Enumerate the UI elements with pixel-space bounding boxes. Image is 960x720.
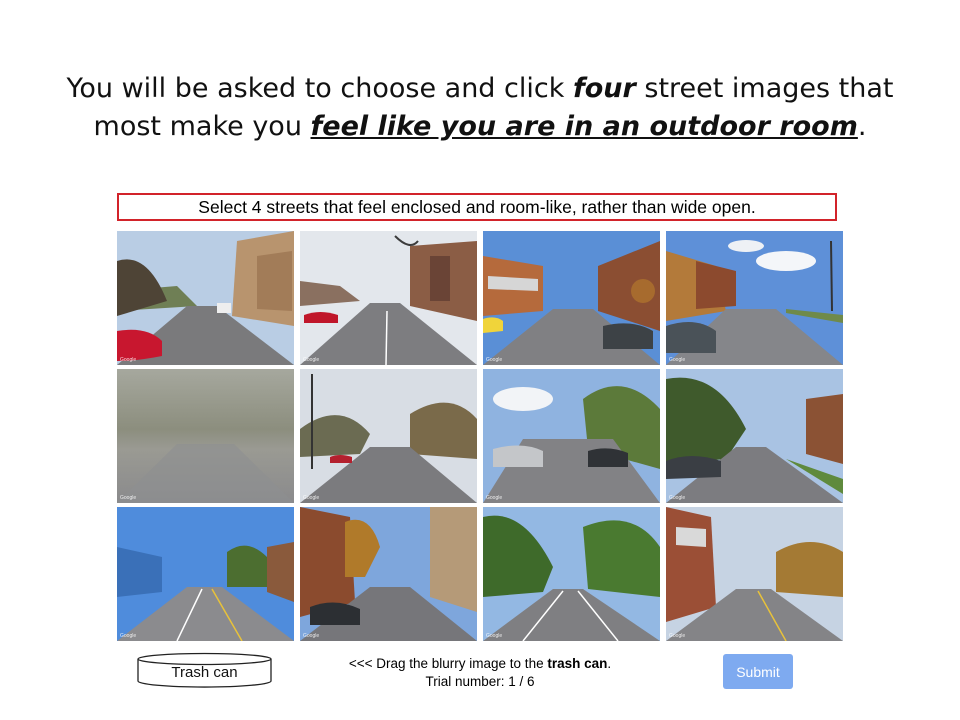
street-image-tile[interactable]: Google bbox=[483, 369, 660, 503]
instruction-text: Select 4 streets that feel enclosed and … bbox=[198, 196, 756, 217]
street-image bbox=[483, 507, 660, 641]
heading-text: You will be asked to choose and click bbox=[66, 73, 573, 104]
street-image-tile[interactable]: Google bbox=[300, 231, 477, 365]
heading-emphasis-four: four bbox=[572, 73, 636, 104]
heading-line-2: most make you feel like you are in an ou… bbox=[0, 108, 960, 146]
street-image-tile[interactable]: Google bbox=[666, 507, 843, 641]
street-image bbox=[117, 507, 294, 641]
heading-line-1: You will be asked to choose and click fo… bbox=[0, 70, 960, 108]
drag-text: . bbox=[607, 656, 612, 671]
street-image-tile[interactable]: Google bbox=[483, 231, 660, 365]
street-image-tile[interactable]: Google bbox=[117, 231, 294, 365]
drag-text-bold: trash can bbox=[547, 656, 608, 671]
google-watermark: Google bbox=[669, 495, 686, 501]
street-image bbox=[300, 507, 477, 641]
google-watermark: Google bbox=[486, 633, 503, 639]
street-image bbox=[300, 369, 477, 503]
google-watermark: Google bbox=[303, 357, 320, 363]
trial-number: Trial number: 1 / 6 bbox=[425, 674, 535, 689]
google-watermark: Google bbox=[669, 357, 686, 363]
blurry-image-tile[interactable]: Google bbox=[117, 369, 294, 503]
street-image bbox=[666, 369, 843, 503]
instruction-box: Select 4 streets that feel enclosed and … bbox=[117, 193, 837, 221]
street-image bbox=[483, 231, 660, 365]
street-image bbox=[666, 231, 843, 365]
google-watermark: Google bbox=[303, 633, 320, 639]
street-image bbox=[117, 231, 294, 365]
submit-button[interactable]: Submit bbox=[723, 654, 793, 689]
street-image bbox=[483, 369, 660, 503]
google-watermark: Google bbox=[669, 633, 686, 639]
google-watermark: Google bbox=[120, 357, 137, 363]
heading-text: street images that bbox=[635, 73, 894, 104]
street-image-tile[interactable]: Google bbox=[300, 369, 477, 503]
street-image-tile[interactable]: Google bbox=[483, 507, 660, 641]
street-image-tile[interactable]: Google bbox=[666, 369, 843, 503]
page-heading: You will be asked to choose and click fo… bbox=[0, 70, 960, 146]
blurry-image bbox=[117, 369, 294, 503]
street-image-tile[interactable]: Google bbox=[300, 507, 477, 641]
street-image-tile[interactable]: Google bbox=[666, 231, 843, 365]
footer-instructions: <<< Drag the blurry image to the trash c… bbox=[290, 655, 670, 691]
google-watermark: Google bbox=[120, 633, 137, 639]
trash-can-label: Trash can bbox=[171, 664, 238, 681]
street-image bbox=[300, 231, 477, 365]
google-watermark: Google bbox=[120, 495, 137, 501]
google-watermark: Google bbox=[303, 495, 320, 501]
google-watermark: Google bbox=[486, 495, 503, 501]
street-image bbox=[666, 507, 843, 641]
drag-instruction: <<< Drag the blurry image to the trash c… bbox=[290, 655, 670, 673]
street-image-tile[interactable]: Google bbox=[117, 507, 294, 641]
google-watermark: Google bbox=[486, 357, 503, 363]
heading-emphasis-outdoor-room: feel like you are in an outdoor room bbox=[310, 111, 858, 142]
heading-text: . bbox=[857, 111, 867, 142]
heading-text: most make you bbox=[93, 111, 311, 142]
drag-text: <<< Drag the blurry image to the bbox=[348, 656, 548, 671]
trash-can-drop-target[interactable]: Trash can bbox=[137, 652, 272, 688]
street-image-grid: Google Google Google Google Google Googl… bbox=[117, 231, 844, 641]
